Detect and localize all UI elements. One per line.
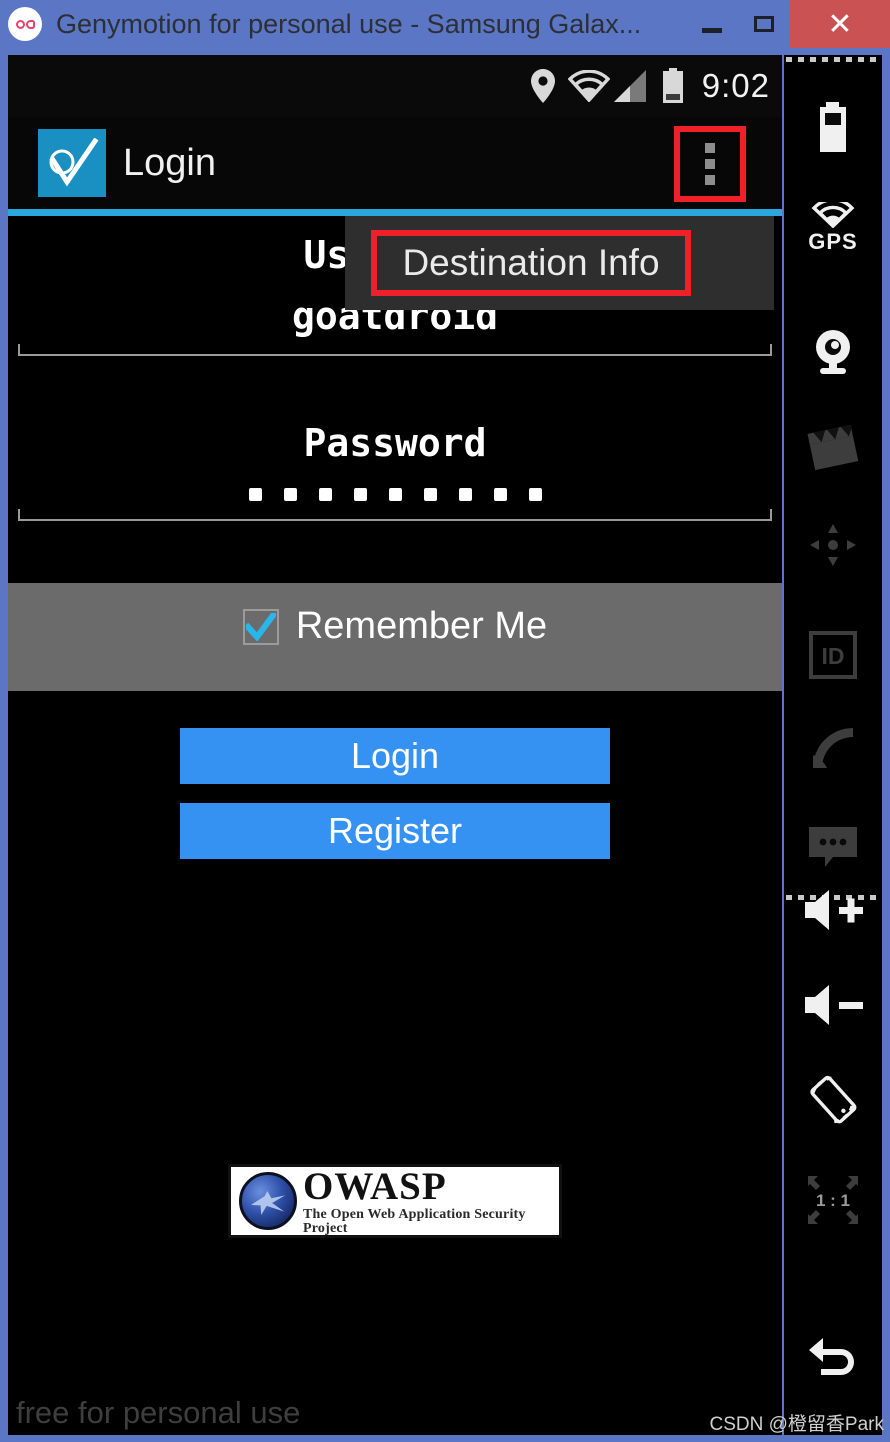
overflow-dot-1	[705, 143, 715, 153]
csdn-watermark: CSDN @橙留香Park	[709, 1414, 884, 1435]
checkmark-icon	[245, 613, 276, 641]
action-bar-accent-line	[8, 209, 782, 216]
owasp-globe-icon	[239, 1172, 297, 1230]
wifi-icon	[567, 70, 610, 102]
password-dot	[423, 488, 437, 501]
overflow-menu-icon[interactable]	[674, 126, 746, 202]
genymotion-logo-icon	[8, 7, 42, 41]
close-button[interactable]: ✕	[790, 0, 890, 48]
genymotion-window: Genymotion for personal use - Samsung Ga…	[0, 0, 890, 1442]
password-field-underline	[18, 509, 772, 521]
zoom-one-to-one-icon[interactable]: 1 : 1	[784, 1165, 882, 1235]
rotate-screen-icon[interactable]	[784, 1065, 882, 1135]
battery-icon[interactable]	[784, 93, 882, 163]
sms-icon[interactable]	[784, 813, 882, 883]
genymotion-toolbar: GPS ID 1: 1	[784, 55, 882, 1435]
android-device-screen: 9:02 Login Username goatdroid Passw	[8, 55, 782, 1435]
baseband-signal-icon[interactable]	[784, 713, 882, 783]
password-dot	[353, 488, 367, 501]
overflow-dot-3	[705, 175, 715, 185]
svg-text:1 : 1: 1 : 1	[816, 1191, 850, 1210]
free-for-personal-use-label: free for personal use	[16, 1395, 301, 1430]
toolbar-separator-top	[786, 57, 880, 62]
password-dot	[318, 488, 332, 501]
overflow-dot-2	[705, 159, 715, 169]
password-label: Password	[303, 421, 487, 465]
password-dot	[528, 488, 542, 501]
gps-label: GPS	[808, 228, 858, 254]
password-dot	[458, 488, 472, 501]
maximize-button[interactable]	[738, 0, 790, 48]
video-clapper-icon[interactable]	[784, 413, 882, 483]
webcam-icon[interactable]	[784, 315, 882, 385]
logo-eye-left	[15, 19, 25, 29]
logo-eye-right	[25, 19, 35, 29]
username-field-underline	[18, 344, 772, 356]
password-dot	[283, 488, 297, 501]
login-form-content: Username goatdroid Password	[8, 216, 782, 1435]
location-pin-icon	[530, 69, 555, 103]
remember-me-label: Remember Me	[295, 605, 548, 647]
battery-icon	[661, 68, 685, 104]
menu-item-destination-info[interactable]: Destination Info	[371, 230, 691, 296]
password-dot	[248, 488, 262, 501]
minimize-button[interactable]	[686, 0, 738, 48]
gps-icon[interactable]: GPS	[784, 193, 882, 263]
password-dot	[388, 488, 402, 501]
dpad-icon[interactable]	[784, 510, 882, 580]
svg-text:ID: ID	[822, 643, 845, 669]
owasp-logo: OWASP The Open Web Application Security …	[228, 1164, 562, 1238]
android-status-bar: 9:02	[8, 55, 782, 117]
password-dot	[493, 488, 507, 501]
remember-me-checkbox[interactable]	[242, 609, 279, 645]
maximize-icon	[754, 16, 774, 32]
remember-me-row[interactable]: Remember Me	[8, 583, 782, 691]
volume-up-icon[interactable]	[784, 875, 882, 945]
owasp-swoosh	[251, 1191, 285, 1215]
app-action-bar: Login	[8, 117, 782, 209]
status-bar-clock: 9:02	[701, 67, 770, 104]
volume-down-icon[interactable]	[784, 970, 882, 1040]
page-title: Login	[123, 141, 216, 184]
close-icon: ✕	[827, 7, 853, 41]
cell-signal-icon	[612, 69, 648, 103]
minimize-icon	[702, 27, 722, 33]
back-arrow-icon[interactable]	[784, 1320, 882, 1390]
owasp-text-block: OWASP The Open Web Application Security …	[303, 1167, 559, 1236]
login-button[interactable]: Login	[180, 728, 610, 784]
register-button[interactable]: Register	[180, 803, 610, 859]
id-icon[interactable]: ID	[784, 620, 882, 690]
overflow-dropdown-menu: Destination Info	[345, 216, 774, 310]
window-title: Genymotion for personal use - Samsung Ga…	[56, 8, 642, 39]
owasp-title: OWASP	[303, 1164, 447, 1208]
window-titlebar: Genymotion for personal use - Samsung Ga…	[0, 0, 890, 48]
owasp-tagline: The Open Web Application Security Projec…	[303, 1206, 526, 1236]
goatdroid-check-icon	[38, 129, 106, 197]
password-input[interactable]	[8, 488, 782, 501]
menu-item-label: Destination Info	[402, 242, 660, 283]
